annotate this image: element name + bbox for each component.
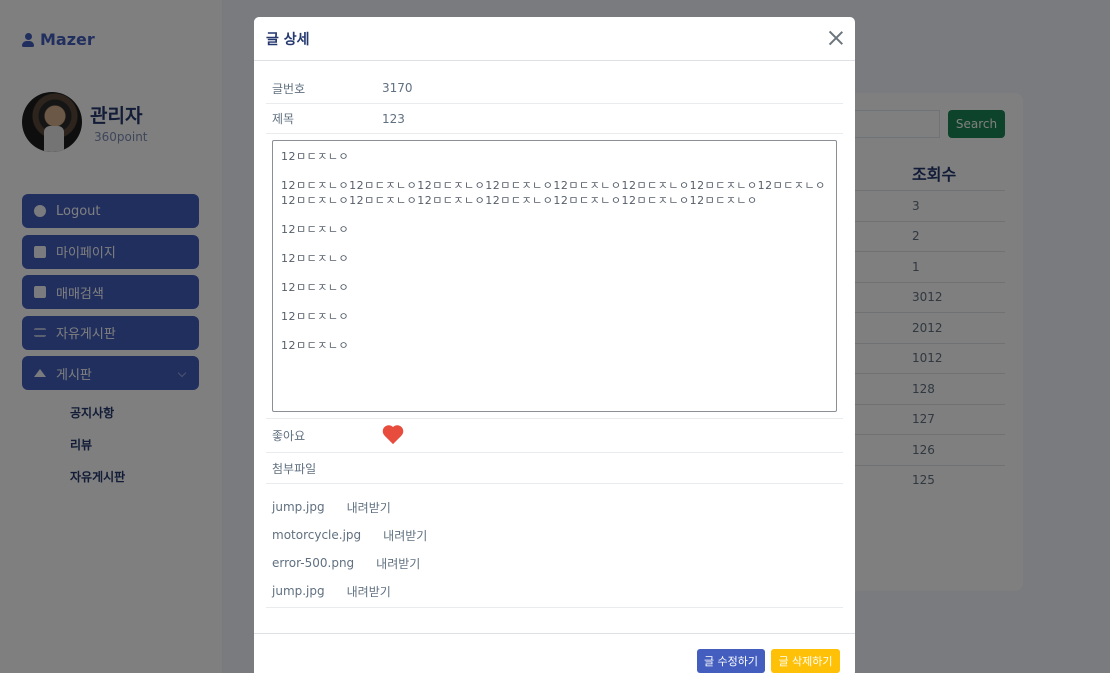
heart-icon[interactable] — [382, 426, 404, 446]
modal-footer: 글 수정하기 글 삭제하기 — [254, 633, 855, 673]
list-item: motorcycle.jpg 내려받기 — [272, 521, 843, 549]
delete-post-button[interactable]: 글 삭제하기 — [771, 649, 840, 673]
list-item: jump.jpg 내려받기 — [272, 577, 843, 605]
modal-header: 글 상세 — [254, 17, 855, 61]
content-line: 12ㅁㄷㅈㄴㅇ — [281, 339, 350, 352]
like-label: 좋아요 — [272, 429, 306, 443]
list-item: error-500.png 내려받기 — [272, 549, 843, 577]
file-name: error-500.png — [272, 556, 355, 570]
content-line: 12ㅁㄷㅈㄴㅇ12ㅁㄷㅈㄴㅇ12ㅁㄷㅈㄴㅇ12ㅁㄷㅈㄴㅇ12ㅁㄷㅈㄴㅇ12ㅁㄷㅈ… — [281, 179, 826, 207]
close-icon[interactable] — [827, 29, 845, 47]
post-number-label: 글번호 — [272, 81, 306, 96]
content-line: 12ㅁㄷㅈㄴㅇ — [281, 223, 350, 236]
modal-title: 글 상세 — [266, 31, 310, 48]
like-row: 좋아요 — [266, 418, 843, 453]
file-name: jump.jpg — [272, 584, 325, 598]
post-title-row: 제목 123 — [266, 104, 843, 134]
post-number-value: 3170 — [382, 81, 413, 95]
list-item: jump.jpg 내려받기 — [272, 493, 843, 521]
attachment-list: jump.jpg 내려받기 motorcycle.jpg 내려받기 error-… — [272, 493, 843, 605]
post-title-value: 123 — [382, 111, 405, 126]
attachments-label: 첨부파일 — [272, 461, 317, 476]
divider — [266, 607, 843, 608]
post-number-row: 글번호 3170 — [266, 73, 843, 104]
content-line: 12ㅁㄷㅈㄴㅇ — [281, 310, 350, 323]
attachments-row: 첨부파일 — [266, 453, 843, 484]
content-line: 12ㅁㄷㅈㄴㅇ — [281, 150, 350, 163]
file-name: motorcycle.jpg — [272, 528, 362, 542]
file-name: jump.jpg — [272, 500, 325, 514]
post-title-label: 제목 — [272, 112, 295, 126]
download-link[interactable]: 내려받기 — [347, 583, 391, 600]
download-link[interactable]: 내려받기 — [376, 555, 420, 572]
content-line: 12ㅁㄷㅈㄴㅇ — [281, 281, 350, 294]
content-line: 12ㅁㄷㅈㄴㅇ — [281, 252, 350, 265]
download-link[interactable]: 내려받기 — [383, 527, 427, 544]
edit-post-button[interactable]: 글 수정하기 — [697, 649, 765, 673]
post-content[interactable]: 12ㅁㄷㅈㄴㅇ 12ㅁㄷㅈㄴㅇ12ㅁㄷㅈㄴㅇ12ㅁㄷㅈㄴㅇ12ㅁㄷㅈㄴㅇ12ㅁㄷ… — [272, 140, 837, 412]
download-link[interactable]: 내려받기 — [347, 499, 391, 516]
post-detail-modal: 글 상세 글번호 3170 제목 123 12ㅁㄷㅈㄴㅇ 12ㅁㄷㅈㄴㅇ12ㅁㄷ… — [254, 17, 855, 673]
